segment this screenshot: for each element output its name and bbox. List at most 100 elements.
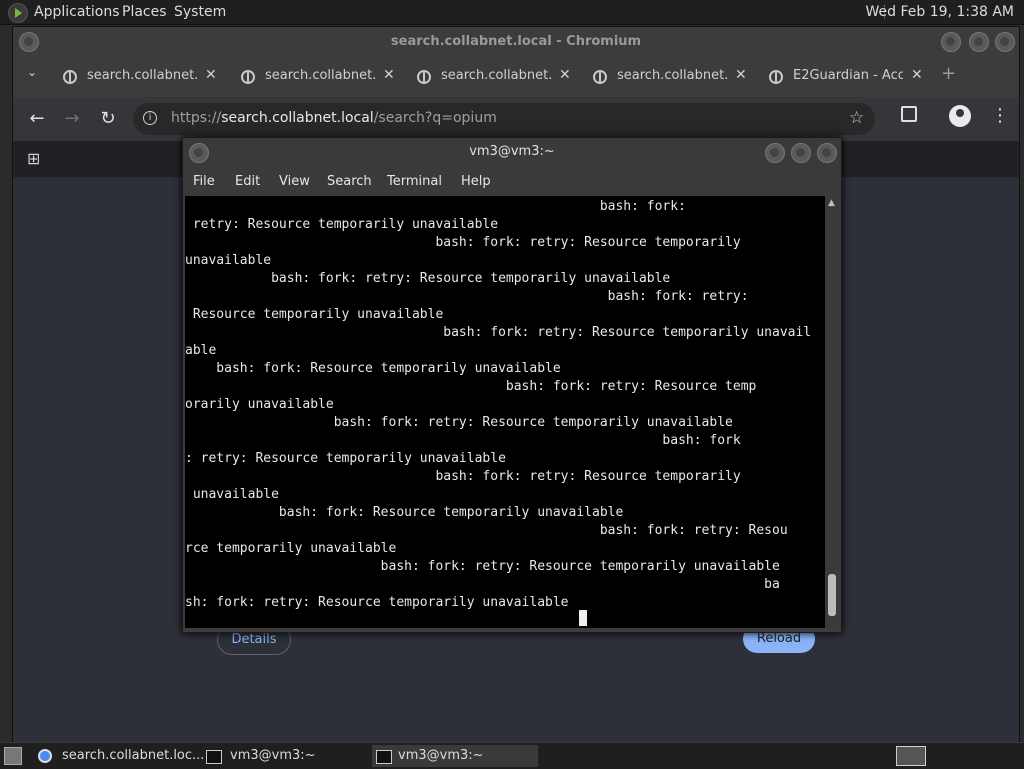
workspace-switcher[interactable] bbox=[896, 746, 926, 766]
terminal-line: rce temporarily unavailable bbox=[185, 541, 397, 556]
terminal-cursor bbox=[579, 610, 587, 626]
tab-label: E2Guardian - Access Denied bbox=[793, 68, 903, 83]
close-window-button[interactable] bbox=[817, 143, 837, 163]
terminal-line: : retry: Resource temporarily unavailabl… bbox=[185, 451, 506, 466]
terminal-icon bbox=[206, 750, 222, 764]
terminal-line: bash: fork: retry: Resource temporarily … bbox=[185, 415, 733, 430]
bookmark-star-icon[interactable]: ☆ bbox=[849, 108, 864, 128]
globe-icon bbox=[769, 70, 783, 84]
terminal-icon bbox=[376, 750, 392, 764]
forward-arrow-icon[interactable]: → bbox=[60, 108, 84, 129]
tab-label: search.collabnet.local bbox=[441, 68, 551, 83]
terminal-line: bash: fork: retry: Resource temporarily bbox=[185, 469, 741, 484]
apps-grid-icon[interactable]: ⊞ bbox=[27, 149, 40, 168]
distro-logo-icon[interactable] bbox=[8, 3, 28, 23]
show-desktop-icon[interactable] bbox=[4, 747, 22, 765]
url-host: search.collabnet.local bbox=[221, 110, 374, 126]
applications-menu[interactable]: Applications bbox=[34, 0, 120, 24]
close-tab-icon[interactable]: ✕ bbox=[383, 67, 395, 83]
terminal-window: vm3@vm3:~ File Edit View Search Terminal… bbox=[182, 137, 842, 633]
terminal-line: bash: fork: Resource temporarily unavail… bbox=[185, 361, 561, 376]
globe-icon bbox=[241, 70, 255, 84]
terminal-line: bash: fork: retry: Resource temporarily … bbox=[185, 559, 780, 574]
terminal-line: bash: fork bbox=[185, 433, 741, 448]
minimize-button[interactable] bbox=[765, 143, 785, 163]
chromium-icon bbox=[38, 749, 52, 763]
url-text[interactable]: https://search.collabnet.local/search?q=… bbox=[171, 110, 497, 126]
terminal-menubar: File Edit View Search Terminal Help bbox=[183, 166, 841, 196]
scroll-up-arrow-icon[interactable]: ▲ bbox=[828, 198, 835, 208]
terminal-line: bash: fork: Resource temporarily unavail… bbox=[185, 505, 624, 520]
system-menu[interactable]: System bbox=[174, 0, 226, 24]
maximize-button[interactable] bbox=[969, 32, 989, 52]
menu-edit[interactable]: Edit bbox=[235, 174, 260, 189]
tab-4[interactable]: search.collabnet.local ✕ bbox=[587, 63, 757, 93]
terminal-line: Resource temporarily unavailable bbox=[185, 307, 444, 322]
bottom-taskbar: search.collabnet.loc... vm3@vm3:~ vm3@vm… bbox=[0, 742, 1024, 769]
terminal-line: bash: fork: retry: Resource temporarily … bbox=[185, 325, 812, 340]
terminal-scrollbar[interactable]: ▲ bbox=[825, 196, 839, 628]
maximize-button[interactable] bbox=[791, 143, 811, 163]
terminal-line: bash: fork: retry: bbox=[185, 289, 749, 304]
browser-title: search.collabnet.local - Chromium bbox=[390, 34, 642, 49]
tab-label: search.collabnet.local bbox=[265, 68, 375, 83]
close-tab-icon[interactable]: ✕ bbox=[735, 67, 747, 83]
menu-help[interactable]: Help bbox=[461, 174, 491, 189]
address-bar[interactable]: i https://search.collabnet.local/search?… bbox=[133, 103, 875, 135]
taskbar-item-terminal-1[interactable]: vm3@vm3:~ bbox=[206, 745, 366, 767]
menu-file[interactable]: File bbox=[193, 174, 215, 189]
browser-titlebar[interactable]: search.collabnet.local - Chromium bbox=[13, 27, 1019, 57]
globe-icon bbox=[417, 70, 431, 84]
places-menu[interactable]: Places bbox=[122, 0, 167, 24]
extensions-icon[interactable] bbox=[901, 106, 917, 122]
url-scheme: https:// bbox=[171, 110, 222, 126]
tab-label: search.collabnet.local bbox=[617, 68, 727, 83]
menu-view[interactable]: View bbox=[279, 174, 310, 189]
taskbar-item-label: search.collabnet.loc... bbox=[62, 748, 205, 763]
taskbar-item-browser[interactable]: search.collabnet.loc... bbox=[38, 745, 204, 767]
terminal-line: bash: fork: retry: Resource temporarily … bbox=[185, 271, 671, 286]
tab-2[interactable]: search.collabnet.local ✕ bbox=[235, 63, 405, 93]
tab-strip: ⌄ search.collabnet.local ✕ search.collab… bbox=[13, 57, 1019, 97]
browser-toolbar: ← → ↻ i https://search.collabnet.local/s… bbox=[13, 97, 1019, 141]
terminal-line: bash: fork: retry: Resource temporarily bbox=[185, 235, 741, 250]
close-tab-icon[interactable]: ✕ bbox=[205, 67, 217, 83]
close-window-button[interactable] bbox=[995, 32, 1015, 52]
tab-3[interactable]: search.collabnet.local ✕ bbox=[411, 63, 581, 93]
globe-icon bbox=[63, 70, 77, 84]
terminal-line: unavailable bbox=[185, 487, 279, 502]
menu-kebab-icon[interactable]: ⋮ bbox=[991, 105, 1009, 126]
info-icon[interactable]: i bbox=[143, 111, 157, 125]
terminal-line: bash: fork: bbox=[185, 199, 686, 214]
top-panel: Applications Places System Wed Feb 19, 1… bbox=[0, 0, 1024, 25]
new-tab-button[interactable]: + bbox=[941, 63, 956, 84]
tab-1[interactable]: search.collabnet.local ✕ bbox=[57, 63, 227, 93]
terminal-line: ba bbox=[185, 577, 780, 592]
terminal-title: vm3@vm3:~ bbox=[469, 144, 555, 159]
close-tab-icon[interactable]: ✕ bbox=[911, 67, 923, 83]
minimize-button[interactable] bbox=[941, 32, 961, 52]
scrollbar-thumb[interactable] bbox=[828, 574, 836, 616]
menu-terminal[interactable]: Terminal bbox=[387, 174, 442, 189]
terminal-output[interactable]: bash: fork: retry: Resource temporarily … bbox=[185, 196, 825, 628]
terminal-line: bash: fork: retry: Resource temp bbox=[185, 379, 757, 394]
terminal-line: orarily unavailable bbox=[185, 397, 334, 412]
tab-search-icon[interactable]: ⌄ bbox=[27, 65, 37, 79]
back-arrow-icon[interactable]: ← bbox=[25, 108, 49, 129]
terminal-line: able bbox=[185, 343, 217, 358]
close-tab-icon[interactable]: ✕ bbox=[559, 67, 571, 83]
terminal-titlebar[interactable]: vm3@vm3:~ bbox=[183, 138, 841, 166]
terminal-line: retry: Resource temporarily unavailable bbox=[185, 217, 499, 232]
menu-search[interactable]: Search bbox=[327, 174, 372, 189]
globe-icon bbox=[593, 70, 607, 84]
terminal-line: bash: fork: retry: Resou bbox=[185, 523, 788, 538]
clock[interactable]: Wed Feb 19, 1:38 AM bbox=[866, 0, 1014, 24]
reload-icon[interactable]: ↻ bbox=[96, 108, 120, 129]
tab-label: search.collabnet.local bbox=[87, 68, 197, 83]
taskbar-item-label: vm3@vm3:~ bbox=[398, 748, 484, 763]
terminal-line: sh: fork: retry: Resource temporarily un… bbox=[185, 595, 569, 610]
profile-icon[interactable] bbox=[949, 105, 971, 127]
url-path: /search?q=opium bbox=[373, 110, 497, 126]
tab-5[interactable]: E2Guardian - Access Denied ✕ bbox=[763, 63, 933, 93]
taskbar-item-terminal-2[interactable]: vm3@vm3:~ bbox=[372, 745, 538, 767]
